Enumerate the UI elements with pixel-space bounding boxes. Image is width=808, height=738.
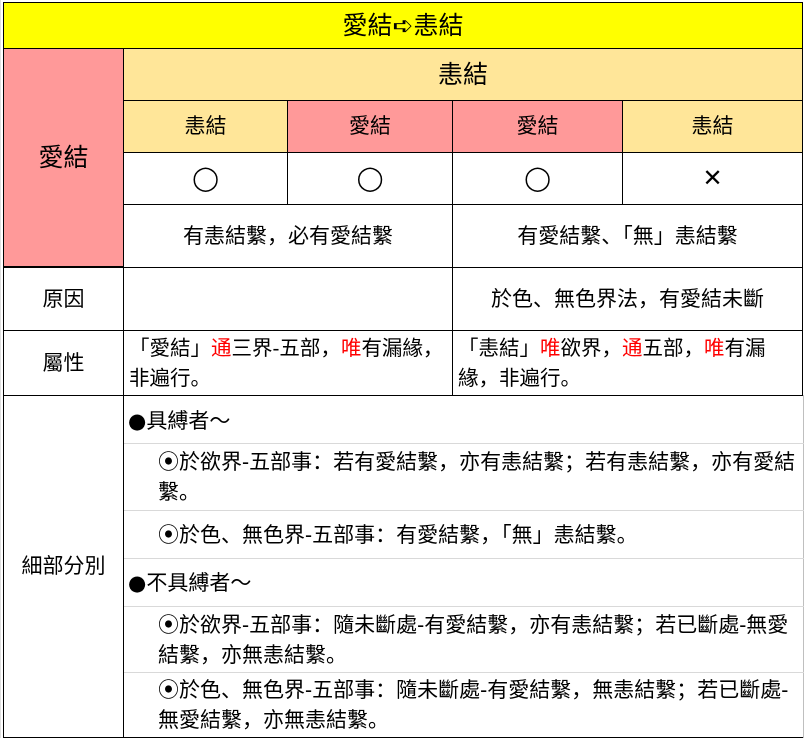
summary-right: 有愛結繫、「無」恚結繫 bbox=[452, 204, 803, 268]
cause-right: 於色、無色界法，有愛結未斷 bbox=[452, 267, 803, 331]
detail-divider bbox=[124, 606, 804, 607]
summary-left: 有恚結繫，必有愛結繫 bbox=[123, 204, 453, 268]
detail-divider bbox=[124, 443, 804, 444]
bound-heading: ●具縛者～ bbox=[128, 409, 231, 433]
col-label: 恚結 bbox=[123, 100, 288, 153]
page-title: 愛結➪恚結 bbox=[3, 2, 803, 49]
sheet-gridline bbox=[803, 395, 804, 738]
unbound-item: ⦿於欲界-五部事：隨未斷處-有愛結繫，亦有恚結繫；若已斷處-無愛結繫，亦無恚結繫… bbox=[158, 613, 789, 667]
details-label: 細部分別 bbox=[3, 395, 124, 738]
attribute-left-text: 「愛結」通三界-五部，唯有漏緣，非遍行。 bbox=[129, 336, 444, 390]
row-header-love-bond: 愛結 bbox=[3, 48, 124, 267]
unbound-item: ⦿於色、無色界-五部事：隨未斷處-有愛結繫，無恚結繫；若已斷處-無愛結繫，亦無恚… bbox=[158, 678, 789, 732]
attribute-right-text: 「恚結」唯欲界，通五部，唯有漏緣，非遍行。 bbox=[458, 336, 766, 390]
cause-left bbox=[123, 267, 453, 331]
mark-circle: ◯ bbox=[123, 152, 288, 205]
bound-item: ⦿於欲界-五部事：若有愛結繫，亦有恚結繫；若有恚結繫，亦有愛結繫。 bbox=[158, 450, 796, 504]
detail-divider bbox=[124, 510, 804, 511]
bound-item: ⦿於色、無色界-五部事：有愛結繫，「無」恚結繫。 bbox=[158, 523, 638, 547]
col-label: 恚結 bbox=[622, 100, 803, 153]
col-label: 愛結 bbox=[452, 100, 623, 153]
detail-divider bbox=[124, 558, 804, 559]
attribute-right: 「恚結」唯欲界，通五部，唯有漏緣，非遍行。 bbox=[452, 330, 803, 396]
column-header-hatred-bond: 恚結 bbox=[123, 48, 803, 101]
col-label: 愛結 bbox=[287, 100, 453, 153]
attribute-label: 屬性 bbox=[3, 330, 124, 396]
sheet-gridline bbox=[0, 0, 1, 738]
mark-circle: ◯ bbox=[452, 152, 623, 205]
unbound-heading: ●不具縛者～ bbox=[128, 571, 252, 595]
mark-circle: ◯ bbox=[287, 152, 453, 205]
cause-label: 原因 bbox=[3, 267, 124, 331]
mark-cross: ✕ bbox=[622, 152, 803, 205]
detail-divider bbox=[124, 672, 804, 673]
attribute-left: 「愛結」通三界-五部，唯有漏緣，非遍行。 bbox=[123, 330, 453, 396]
